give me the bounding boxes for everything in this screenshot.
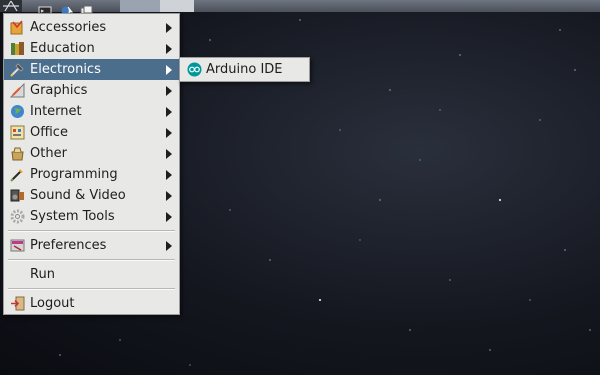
- submenu-arrow-icon: [166, 107, 172, 117]
- arduino-icon: [187, 62, 202, 77]
- programming-icon: [10, 169, 23, 182]
- submenu-arrow-icon: [166, 23, 172, 33]
- menu-item-label: Internet: [30, 104, 82, 119]
- menu-item-label: Programming: [30, 167, 118, 182]
- menu-item-label: Arduino IDE: [206, 62, 283, 77]
- graphics-icon: [10, 83, 25, 98]
- menu-separator: [8, 259, 175, 261]
- menu-item-label: Graphics: [30, 83, 88, 98]
- menu-separator: [8, 230, 175, 232]
- menu-item-programming[interactable]: Programming: [4, 164, 179, 185]
- submenu-arrow-icon: [166, 128, 172, 138]
- menu-item-label: Accessories: [30, 20, 107, 35]
- menu-item-accessories[interactable]: Accessories: [4, 17, 179, 38]
- menu-item-label: Logout: [30, 296, 75, 311]
- other-icon: [11, 147, 24, 161]
- menu-item-graphics[interactable]: Graphics: [4, 80, 179, 101]
- submenu-item-arduino-ide[interactable]: Arduino IDE: [180, 58, 309, 81]
- menu-item-other[interactable]: Other: [4, 143, 179, 164]
- electronics-icon: [10, 63, 24, 77]
- menu-item-sound-video[interactable]: Sound & Video: [4, 185, 179, 206]
- accessories-icon: [10, 20, 23, 35]
- submenu-arrow-icon: [166, 191, 172, 201]
- education-icon: [11, 42, 24, 55]
- submenu-arrow-icon: [166, 170, 172, 180]
- application-menu: Accessories Education Electronics Graphi…: [3, 13, 180, 315]
- menu-item-logout[interactable]: Logout: [4, 293, 179, 314]
- sound-video-icon: [10, 189, 24, 202]
- submenu-arrow-icon: [166, 44, 172, 54]
- logout-icon: [11, 296, 25, 311]
- menu-item-electronics[interactable]: Electronics: [4, 59, 179, 80]
- electronics-submenu: Arduino IDE: [179, 57, 310, 82]
- submenu-arrow-icon: [166, 241, 172, 251]
- menu-item-preferences[interactable]: Preferences: [4, 235, 179, 256]
- submenu-arrow-icon: [166, 149, 172, 159]
- menu-item-label: Office: [30, 125, 68, 140]
- menu-item-education[interactable]: Education: [4, 38, 179, 59]
- submenu-arrow-icon: [166, 212, 172, 222]
- top-panel: [0, 0, 600, 16]
- file-manager-launcher[interactable]: [80, 1, 94, 16]
- menu-item-office[interactable]: Office: [4, 122, 179, 143]
- menu-separator: [8, 288, 175, 290]
- menu-item-run[interactable]: Run: [4, 264, 179, 285]
- taskbar-button[interactable]: [160, 0, 194, 12]
- menu-item-label: Education: [30, 41, 95, 56]
- terminal-launcher[interactable]: [38, 1, 52, 16]
- menu-item-label: Other: [30, 146, 67, 161]
- menu-item-system-tools[interactable]: System Tools: [4, 206, 179, 227]
- menu-item-label: Preferences: [30, 238, 107, 253]
- menu-item-label: System Tools: [30, 209, 115, 224]
- menu-item-label: Electronics: [30, 62, 101, 77]
- menu-item-label: Sound & Video: [30, 188, 126, 203]
- main-menu-button[interactable]: [0, 0, 22, 12]
- submenu-arrow-icon: [166, 86, 172, 96]
- menu-item-label: Run: [30, 267, 55, 282]
- submenu-arrow-icon: [166, 65, 172, 75]
- menu-logo-icon: [3, 0, 19, 12]
- internet-icon: [11, 105, 24, 118]
- system-tools-icon: [10, 209, 25, 224]
- office-icon: [10, 125, 25, 140]
- menu-item-internet[interactable]: Internet: [4, 101, 179, 122]
- taskbar-button[interactable]: [120, 0, 160, 12]
- browser-launcher[interactable]: [60, 1, 74, 16]
- preferences-icon: [10, 239, 25, 252]
